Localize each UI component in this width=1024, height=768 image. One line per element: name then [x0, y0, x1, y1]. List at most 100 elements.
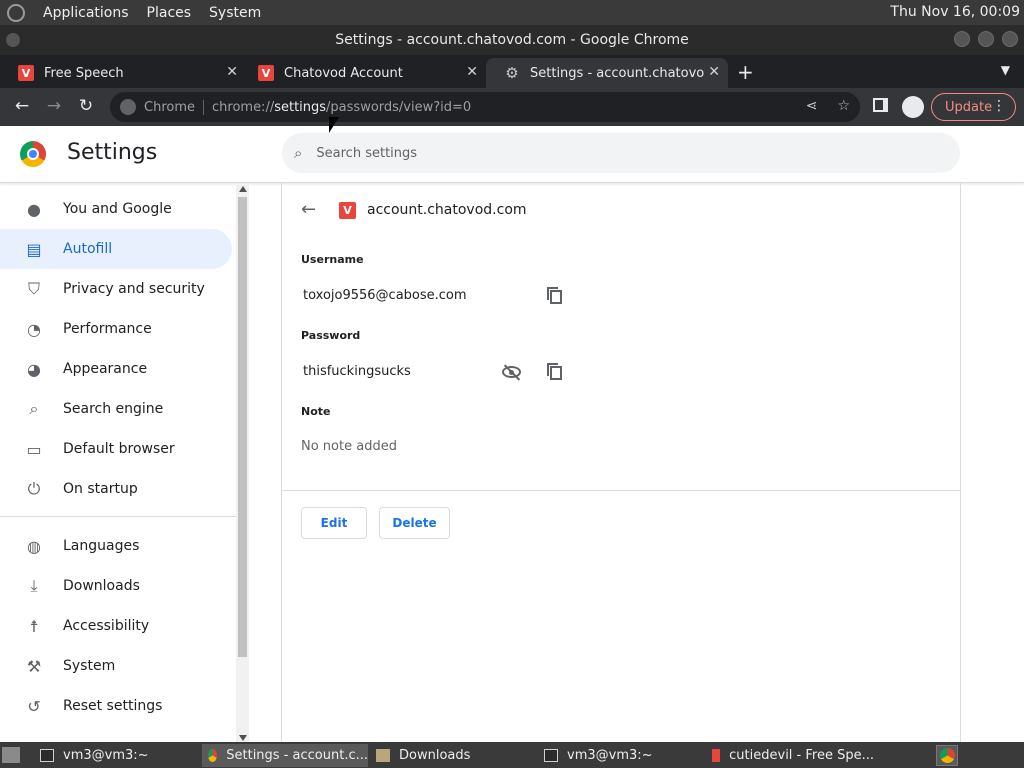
sidebar-item-search-engine[interactable]: ⌕ Search engine: [0, 389, 232, 429]
taskbar-item-label: vm3@vm3:~: [63, 748, 149, 763]
minimize-button[interactable]: [954, 31, 970, 47]
site-info-icon[interactable]: [120, 99, 136, 115]
bookmark-star-icon[interactable]: ☆: [837, 98, 850, 114]
sidebar-scrollbar[interactable]: [236, 185, 249, 742]
tab-free-speech[interactable]: V Free Speech ✕: [0, 58, 246, 88]
tab-chatovod-account[interactable]: V Chatovod Account ✕: [240, 58, 486, 88]
taskbar-item-terminal-1[interactable]: vm3@vm3:~: [34, 744, 199, 767]
taskbar-item-terminal-2[interactable]: vm3@vm3:~: [538, 744, 703, 767]
sidebar-divider: [0, 516, 236, 517]
taskbar-item-label: vm3@vm3:~: [567, 748, 653, 763]
chrome-icon: [208, 749, 218, 762]
sidebar-item-accessibility[interactable]: ☨ Accessibility: [0, 606, 232, 646]
close-icon[interactable]: ✕: [466, 64, 478, 80]
delete-button[interactable]: Delete: [379, 507, 450, 539]
download-icon: ⤓: [30, 576, 38, 595]
tab-search-chevron-icon[interactable]: ▼: [1001, 63, 1010, 77]
more-menu-icon[interactable]: ⋮: [992, 98, 1006, 114]
sidebar-item-label: You and Google: [63, 201, 172, 217]
sidebar-item-default-browser[interactable]: ▭ Default browser: [0, 429, 232, 469]
scrollbar-thumb[interactable]: [238, 197, 247, 657]
scroll-down-arrow-icon[interactable]: [239, 735, 247, 741]
back-button[interactable]: ←: [11, 96, 33, 116]
page-title: Settings: [67, 140, 158, 165]
close-icon[interactable]: ✕: [226, 64, 238, 80]
maximize-button[interactable]: [978, 31, 994, 47]
mouse-cursor: [329, 117, 339, 133]
tray-chrome-icon[interactable]: [936, 745, 958, 766]
address-bar[interactable]: Chrome chrome:// settings /passwords/vie…: [110, 92, 860, 122]
tab-title: Chatovod Account: [284, 65, 403, 81]
globe-icon: ◍: [27, 536, 41, 556]
terminal-icon: [40, 749, 54, 762]
taskbar-item-downloads[interactable]: Downloads: [370, 744, 535, 767]
sidebar-item-label: Autofill: [63, 241, 113, 257]
side-panel-icon[interactable]: [873, 98, 888, 112]
update-button[interactable]: Update ⋮: [931, 93, 1016, 121]
person-icon: ●: [27, 199, 41, 219]
speedometer-icon: ◔: [27, 319, 41, 339]
terminal-icon: [544, 749, 558, 762]
taskbar-item-free-speech[interactable]: cutiedevil - Free Spe...: [706, 744, 874, 767]
search-input[interactable]: [316, 145, 897, 161]
share-icon[interactable]: ⋖: [806, 98, 818, 114]
sidebar-item-label: Downloads: [63, 578, 140, 594]
menu-system[interactable]: System: [209, 5, 261, 21]
history-icon: ↺: [27, 696, 41, 716]
sidebar-item-autofill[interactable]: ▤ Autofill: [0, 229, 232, 269]
clock[interactable]: Thu Nov 16, 00:09: [890, 4, 1020, 20]
forward-button[interactable]: →: [43, 96, 65, 116]
sidebar-item-label: System: [63, 658, 116, 674]
desktop-logo-icon[interactable]: [7, 3, 25, 22]
copy-username-icon[interactable]: [547, 287, 562, 304]
sidebar-item-performance[interactable]: ◔ Performance: [0, 309, 232, 349]
sidebar-item-label: Performance: [63, 321, 152, 337]
tab-settings[interactable]: ⚙ Settings - account.chatovod.com ✕: [486, 58, 728, 88]
reload-button[interactable]: ↻: [75, 96, 97, 116]
desktop-top-panel: Applications Places System Thu Nov 16, 0…: [0, 0, 1024, 25]
show-desktop-icon[interactable]: [2, 747, 20, 763]
search-icon: ⌕: [294, 144, 303, 162]
scroll-up-arrow-icon[interactable]: [239, 186, 247, 192]
menu-applications[interactable]: Applications: [43, 5, 129, 21]
copy-password-icon[interactable]: [547, 363, 562, 380]
taskbar-item-chrome-settings[interactable]: Settings - account.c...: [202, 744, 368, 767]
password-label: Password: [301, 329, 361, 342]
accessibility-icon: ☨: [29, 616, 39, 636]
shield-icon: ⛉: [27, 279, 40, 298]
profile-avatar[interactable]: [902, 96, 924, 118]
new-tab-button[interactable]: +: [737, 60, 754, 84]
palette-icon: ◕: [27, 359, 41, 379]
close-icon[interactable]: ✕: [708, 64, 720, 80]
sidebar-item-label: Search engine: [63, 401, 164, 417]
v-icon: V: [339, 202, 356, 219]
note-label: Note: [301, 405, 331, 418]
sidebar-item-system[interactable]: ⚒ System: [0, 646, 232, 686]
back-arrow-icon[interactable]: ←: [301, 199, 316, 220]
v-icon: V: [18, 65, 34, 81]
sidebar-item-label: Languages: [63, 538, 140, 554]
settings-header: Settings ⌕: [0, 126, 1024, 183]
taskbar-item-label: Settings - account.c...: [226, 748, 368, 763]
sidebar-item-label: Default browser: [63, 441, 175, 457]
window-menu-button[interactable]: [6, 33, 20, 47]
sidebar-item-you-and-google[interactable]: ● You and Google: [0, 189, 232, 229]
wrench-icon: ⚒: [26, 656, 42, 676]
card-divider: [282, 490, 960, 491]
sidebar-item-appearance[interactable]: ◕ Appearance: [0, 349, 232, 389]
sidebar-item-privacy[interactable]: ⛉ Privacy and security: [0, 269, 232, 309]
chrome-label: Chrome: [144, 99, 204, 115]
sidebar-item-reset-settings[interactable]: ↺ Reset settings: [0, 686, 232, 726]
edit-button[interactable]: Edit: [301, 507, 367, 539]
sidebar-item-on-startup[interactable]: ⏻ On startup: [0, 469, 232, 509]
taskbar-item-label: cutiedevil - Free Spe...: [729, 748, 874, 763]
close-window-button[interactable]: [1002, 31, 1018, 47]
sidebar-item-downloads[interactable]: ⤓ Downloads: [0, 566, 232, 606]
window-title: Settings - account.chatovod.com - Google…: [335, 32, 689, 48]
search-settings-box[interactable]: ⌕: [282, 133, 960, 173]
menu-places[interactable]: Places: [147, 5, 192, 21]
update-label: Update: [945, 99, 993, 115]
folder-icon: [376, 749, 390, 762]
sidebar-item-languages[interactable]: ◍ Languages: [0, 526, 232, 566]
hide-password-eye-icon[interactable]: [502, 364, 522, 381]
